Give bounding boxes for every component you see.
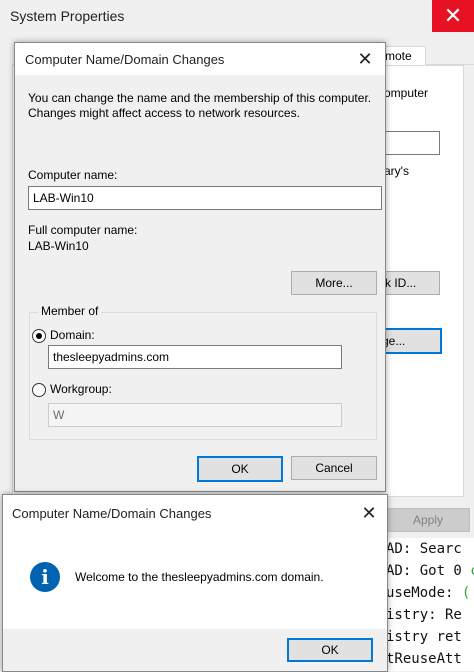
console-line: AD: Got 0 c <box>386 563 474 579</box>
ok-button[interactable]: OK <box>287 638 373 662</box>
console-line: istry ret <box>386 629 462 645</box>
domain-label: Domain: <box>50 328 95 342</box>
apply-button[interactable]: Apply <box>386 508 470 532</box>
computer-description-label: omputer <box>384 86 429 100</box>
more-button[interactable]: More... <box>291 271 377 295</box>
workgroup-input[interactable]: W <box>48 403 342 427</box>
radio-selected-dot <box>36 333 42 339</box>
workgroup-radio[interactable] <box>32 383 46 397</box>
dialog-intro-text: You can change the name and the membersh… <box>28 91 372 120</box>
console-line: istry: Re <box>386 607 462 623</box>
close-icon[interactable]: ✕ <box>351 47 379 71</box>
dialog-title: Computer Name/Domain Changes <box>25 52 225 67</box>
close-icon[interactable]: ✕ <box>355 501 383 525</box>
console-line: tReuseAtt <box>386 651 462 667</box>
computer-name-input[interactable]: LAB-Win10 <box>28 186 382 210</box>
domain-input[interactable]: thesleepyadmins.com <box>48 345 342 369</box>
console-output: AD: Searc AD: Got 0 c useMode: ( istry: … <box>386 538 474 671</box>
cancel-button[interactable]: Cancel <box>291 456 377 480</box>
workgroup-label: Workgroup: <box>50 382 112 396</box>
computer-name-dialog: Computer Name/Domain Changes ✕ You can c… <box>14 42 386 492</box>
domain-radio[interactable] <box>32 329 46 343</box>
description-example-text: ary's <box>384 164 409 178</box>
window-title: System Properties <box>10 8 125 24</box>
welcome-message-dialog: Computer Name/Domain Changes ✕ i Welcome… <box>2 494 388 672</box>
ok-button[interactable]: OK <box>197 456 283 482</box>
member-of-label: Member of <box>38 304 102 318</box>
change-button[interactable]: ge... <box>380 328 442 354</box>
close-icon[interactable]: ✕ <box>432 0 474 32</box>
computer-description-field[interactable] <box>384 131 440 155</box>
console-line: AD: Searc <box>386 541 462 557</box>
welcome-message: Welcome to the thesleepyadmins.com domai… <box>75 570 324 584</box>
dialog-title: Computer Name/Domain Changes <box>12 506 212 521</box>
full-computer-name-value: LAB-Win10 <box>28 239 89 253</box>
info-icon: i <box>30 562 60 592</box>
network-id-button[interactable]: rk ID... <box>380 271 440 295</box>
computer-name-label: Computer name: <box>28 168 118 182</box>
console-line: useMode: ( <box>386 585 471 601</box>
full-computer-name-label: Full computer name: <box>28 223 138 237</box>
